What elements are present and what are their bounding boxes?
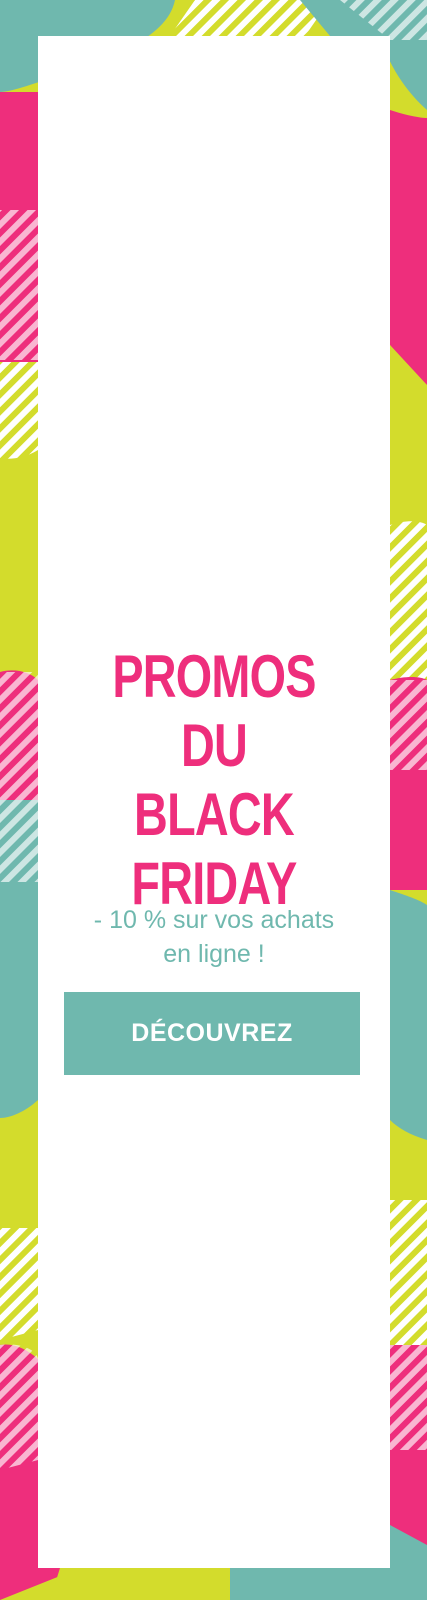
black-friday-banner: PROMOS DU BLACK FRIDAY - 10 % sur vos ac… <box>0 0 427 1600</box>
subtitle-line-1: - 10 % sur vos achats <box>93 906 335 934</box>
promo-subtitle: - 10 % sur vos achats en ligne ! <box>38 903 390 971</box>
headline: PROMOS DU BLACK FRIDAY <box>77 642 352 918</box>
subtitle-line-2: en ligne ! <box>163 940 265 968</box>
content-panel: PROMOS DU BLACK FRIDAY - 10 % sur vos ac… <box>38 36 390 1568</box>
headline-line-2: BLACK <box>134 781 295 849</box>
headline-line-1: PROMOS DU <box>112 643 316 780</box>
discover-button[interactable]: DÉCOUVREZ <box>64 992 360 1075</box>
